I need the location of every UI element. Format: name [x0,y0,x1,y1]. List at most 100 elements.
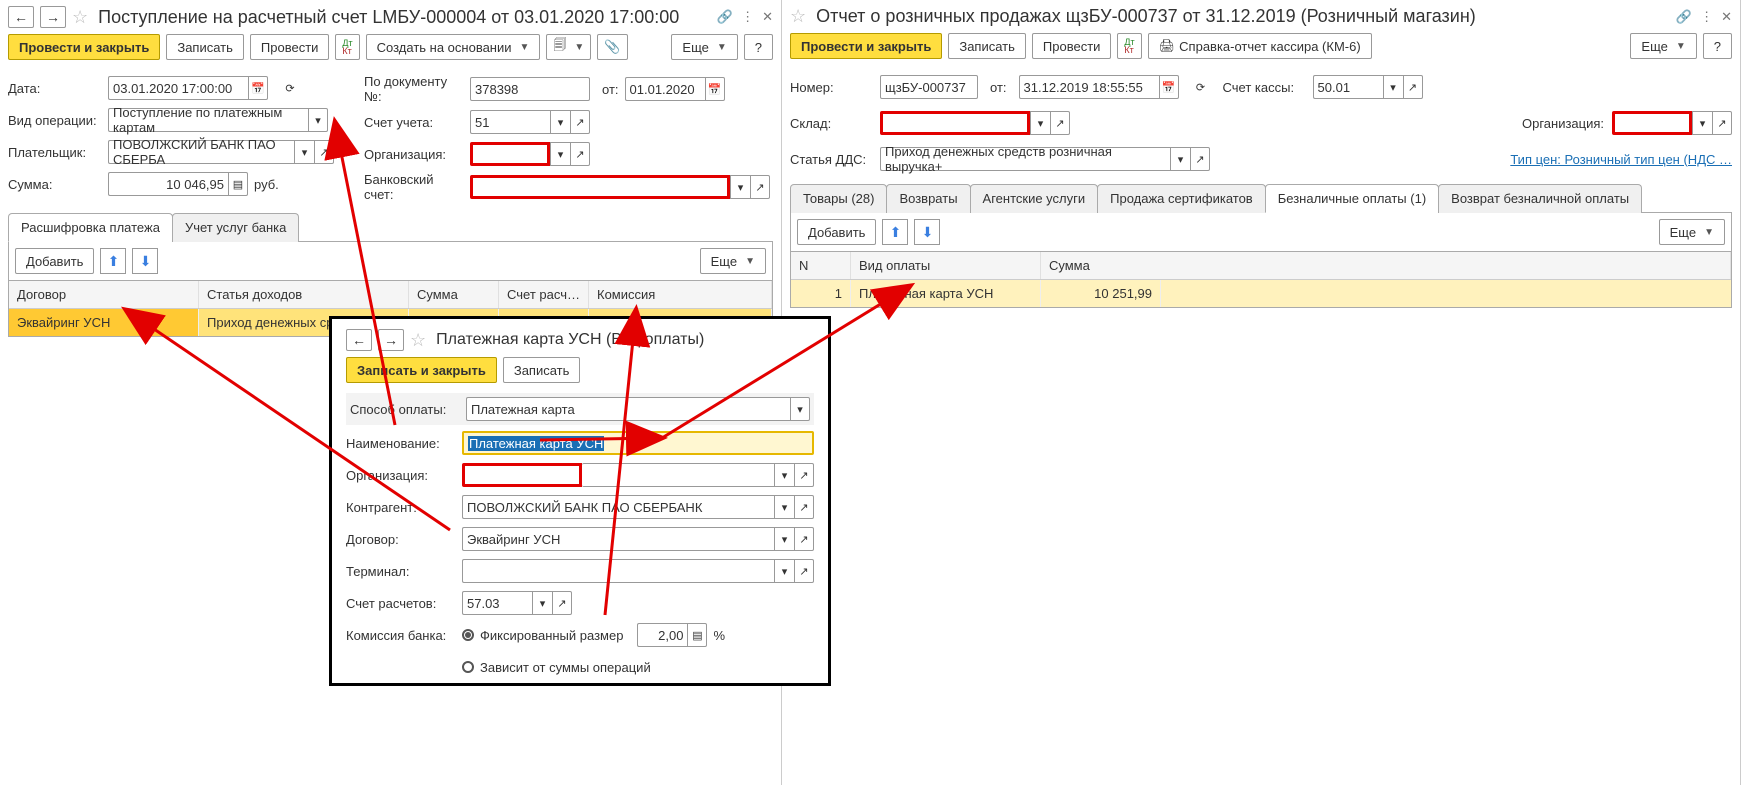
sum-calc-button[interactable]: ▤ [228,172,248,196]
more-button[interactable]: Еще▼ [1630,33,1696,59]
move-up-button[interactable]: ⬆ [882,219,908,245]
tab-goods[interactable]: Товары (28) [790,184,887,213]
pricetype-link[interactable]: Тип цен: Розничный тип цен (НДС … [1510,152,1732,167]
post-close-button[interactable]: Провести и закрыть [8,34,160,60]
rorg-drop-button[interactable]: ▾ [1692,111,1712,135]
save-button[interactable]: Записать [948,33,1026,59]
fromdate-input[interactable]: 01.01.2020 [625,77,705,101]
date-sync-icon[interactable]: ⟳ [280,76,300,100]
nav-fwd-button[interactable]: → [378,329,404,351]
store-drop-button[interactable]: ▾ [1030,111,1050,135]
more-table-button[interactable]: Еще▼ [700,248,766,274]
tab-agent[interactable]: Агентские услуги [970,184,1099,213]
optype-input[interactable]: Поступление по платежным картам [108,108,308,132]
nav-back-button[interactable]: ← [346,329,372,351]
date-input[interactable]: 03.01.2020 17:00:00 [108,76,248,100]
bankacc-drop-button[interactable]: ▾ [730,175,750,199]
cash-open-button[interactable] [1403,75,1423,99]
attach-icon-button[interactable]: 📎 [597,34,627,60]
terminal-open-button[interactable] [794,559,814,583]
bankacc-open-button[interactable] [750,175,770,199]
star-icon[interactable]: ☆ [410,330,426,351]
commission-input[interactable]: 2,00 [637,623,687,647]
method-drop-button[interactable]: ▾ [790,397,810,421]
terminal-drop-button[interactable]: ▾ [774,559,794,583]
porg-drop-button[interactable]: ▾ [774,463,794,487]
radio-depends[interactable]: Зависит от суммы операций [462,660,651,675]
move-up-button[interactable]: ⬆ [100,248,126,274]
contract-input[interactable]: Эквайринг УСН [462,527,774,551]
sum-input[interactable]: 10 046,95 [108,172,228,196]
commission-calc-button[interactable]: ▤ [687,623,707,647]
tab-cert[interactable]: Продажа сертификатов [1097,184,1266,213]
date-sync-icon[interactable]: ⟳ [1191,75,1211,99]
terminal-input[interactable] [462,559,774,583]
org-drop-button[interactable]: ▾ [550,142,570,166]
cash-input[interactable]: 50.01 [1313,75,1383,99]
contract-open-button[interactable] [794,527,814,551]
payer-drop-button[interactable]: ▾ [294,140,314,164]
settle-input[interactable]: 57.03 [462,591,532,615]
store-open-button[interactable] [1050,111,1070,135]
fromdate-cal-button[interactable] [1159,75,1179,99]
account-input[interactable]: 51 [470,110,550,134]
add-button[interactable]: Добавить [15,248,94,274]
close-icon[interactable]: ✕ [762,9,773,25]
cash-drop-button[interactable]: ▾ [1383,75,1403,99]
star-icon[interactable]: ☆ [790,6,806,27]
counter-open-button[interactable] [794,495,814,519]
save-button[interactable]: Записать [503,357,581,383]
report-icon-button[interactable]: 🗐▼ [546,34,591,60]
rorg-input[interactable] [1612,111,1692,135]
counter-drop-button[interactable]: ▾ [774,495,794,519]
more-table-button[interactable]: Еще▼ [1659,219,1725,245]
create-base-button[interactable]: Создать на основании▼ [366,34,541,60]
tab-bank-services[interactable]: Учет услуг банка [172,213,299,242]
store-input[interactable] [880,111,1030,135]
bankacc-input[interactable] [470,175,730,199]
more-icon[interactable]: ⋮ [741,9,754,25]
settle-open-button[interactable] [552,591,572,615]
settle-drop-button[interactable]: ▾ [532,591,552,615]
move-down-button[interactable]: ⬇ [914,219,940,245]
counter-input[interactable]: ПОВОЛЖСКИЙ БАНК ПАО СБЕРБАНК [462,495,774,519]
move-down-button[interactable]: ⬇ [132,248,158,274]
help-button[interactable]: ? [744,34,773,60]
tab-payment[interactable]: Расшифровка платежа [8,213,173,242]
dtkt-button[interactable]: ДᴛКᴛ [335,34,359,60]
org-input[interactable] [470,142,550,166]
dtkt-button[interactable]: ДᴛКᴛ [1117,33,1141,59]
payer-open-button[interactable] [314,140,334,164]
km6-button[interactable]: 🖨 Справка-отчет кассира (КМ-6) [1148,33,1372,59]
account-open-button[interactable] [570,110,590,134]
post-button[interactable]: Провести [1032,33,1112,59]
fromdate-cal-button[interactable] [705,77,725,101]
org-open-button[interactable] [570,142,590,166]
from-input[interactable]: 31.12.2019 18:55:55 [1019,75,1159,99]
method-input[interactable]: Платежная карта [466,397,790,421]
nav-fwd-button[interactable]: → [40,6,66,28]
save-close-button[interactable]: Записать и закрыть [346,357,497,383]
post-close-button[interactable]: Провести и закрыть [790,33,942,59]
nav-back-button[interactable]: ← [8,6,34,28]
more-icon[interactable]: ⋮ [1700,9,1713,25]
date-cal-button[interactable] [248,76,268,100]
rorg-open-button[interactable] [1712,111,1732,135]
docnum-input[interactable]: 378398 [470,77,590,101]
porg-input[interactable] [462,463,582,487]
star-icon[interactable]: ☆ [72,7,88,28]
add-button[interactable]: Добавить [797,219,876,245]
radio-fixed[interactable]: Фиксированный размер [462,628,623,643]
link-icon[interactable]: 🔗 [717,9,733,25]
tab-returns[interactable]: Возвраты [886,184,970,213]
dds-input[interactable]: Приход денежных средств розничная выручк… [880,147,1170,171]
help-button[interactable]: ? [1703,33,1732,59]
contract-drop-button[interactable]: ▾ [774,527,794,551]
tab-cashless-return[interactable]: Возврат безналичной оплаты [1438,184,1642,213]
close-icon[interactable]: ✕ [1721,9,1732,25]
table-row[interactable]: 1 Платежная карта УСН 10 251,99 [791,280,1731,307]
porg-open-button[interactable] [794,463,814,487]
save-button[interactable]: Записать [166,34,244,60]
account-drop-button[interactable]: ▾ [550,110,570,134]
post-button[interactable]: Провести [250,34,330,60]
